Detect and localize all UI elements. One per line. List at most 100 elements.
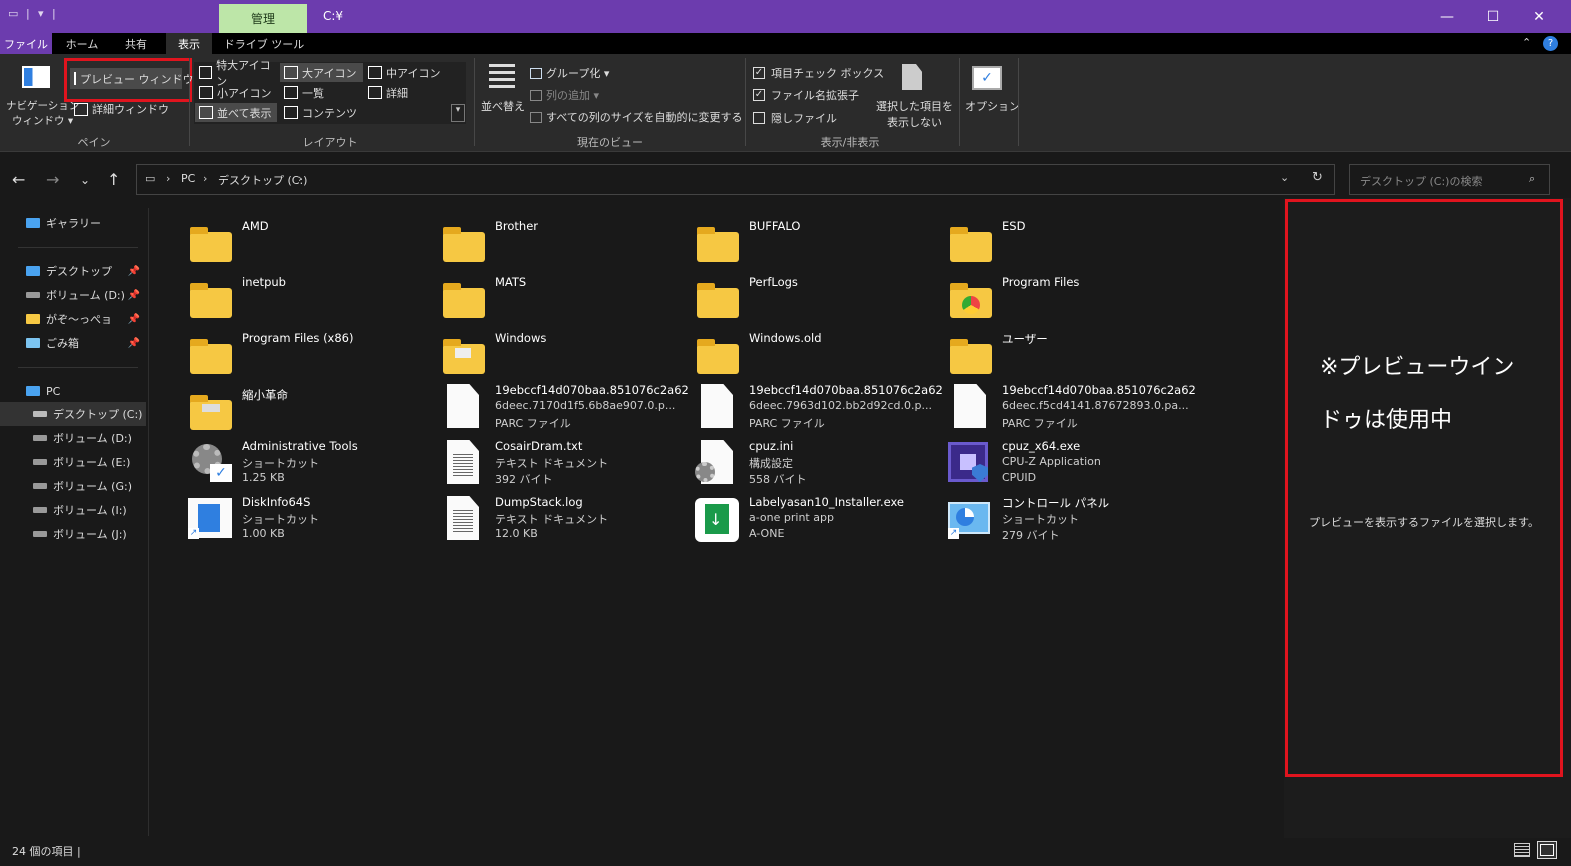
sidebar-item-drive-j[interactable]: ボリューム (J:) (0, 522, 146, 546)
file-item[interactable]: MATS (441, 272, 691, 328)
search-input[interactable]: デスクトップ (C:)の検索 (1349, 164, 1550, 195)
ribbon-collapse-icon[interactable]: ⌃ (1522, 36, 1531, 49)
fit-columns-button[interactable]: すべての列のサイズを自動的に変更する (530, 109, 742, 125)
file-name: Administrative Tools (242, 439, 358, 453)
file-name: Brother (495, 219, 539, 233)
layout-tiles[interactable]: 並べて表示 (195, 103, 277, 122)
breadcrumb-pc[interactable]: PC (181, 172, 195, 185)
file-item[interactable]: AMD (188, 216, 438, 272)
options-icon[interactable]: ✓ (972, 66, 1002, 90)
minimize-button[interactable]: — (1424, 0, 1470, 33)
tab-home[interactable]: ホーム (56, 33, 108, 54)
tab-share[interactable]: 共有 (112, 33, 160, 54)
file-item[interactable]: 19ebccf14d070baa.851076c2a62 6deec.7170d1… (441, 380, 691, 436)
file-item[interactable]: ✓ Administrative Tools ショートカット 1.25 KB (188, 436, 438, 492)
preview-pane-button[interactable]: プレビュー ウィンドウ (70, 68, 194, 89)
tab-view[interactable]: 表示 (166, 33, 212, 54)
forward-arrow-icon[interactable]: → (46, 170, 59, 189)
details-view-icon[interactable] (1514, 843, 1530, 857)
file-item[interactable]: DumpStack.log テキスト ドキュメント 12.0 KB (441, 492, 691, 548)
sidebar-item-drive-e[interactable]: ボリューム (E:) (0, 450, 146, 474)
hide-selected-icon[interactable] (902, 64, 922, 90)
navigation-pane-label2[interactable]: ウィンドウ ▾ (12, 113, 73, 128)
file-item[interactable]: Program Files (948, 272, 1198, 328)
sidebar-item-drive-c[interactable]: デスクトップ (C:) (0, 402, 146, 426)
drive-icon[interactable]: ▭ (8, 7, 18, 20)
sidebar-item-desktop[interactable]: デスクトップ 📌 (0, 259, 146, 283)
sidebar-item-recycle-bin[interactable]: ごみ箱 📌 (0, 331, 146, 355)
sidebar-splitter[interactable] (148, 208, 149, 836)
layout-content[interactable]: コンテンツ (280, 103, 363, 122)
file-item[interactable]: 19ebccf14d070baa.851076c2a62 6deec.7963d1… (695, 380, 945, 436)
sort-button[interactable]: 並べ替え (481, 98, 525, 114)
file-item[interactable]: ESD (948, 216, 1198, 272)
layout-medium-icons[interactable]: 中アイコン (364, 63, 450, 82)
file-item[interactable]: cpuz_x64.exe CPU-Z Application CPUID (948, 436, 1198, 492)
sidebar-item-pc[interactable]: PC (0, 379, 146, 403)
file-item[interactable]: CosairDram.txt テキスト ドキュメント 392 バイト (441, 436, 691, 492)
sidebar-item-drive-g[interactable]: ボリューム (G:) (0, 474, 146, 498)
sidebar-item-drive-i[interactable]: ボリューム (I:) (0, 498, 146, 522)
layout-large-icons[interactable]: 大アイコン (280, 63, 363, 82)
refresh-icon[interactable]: ↻ (1312, 170, 1323, 185)
add-columns-button[interactable]: 列の追加 ▾ (530, 87, 599, 103)
help-icon[interactable]: ? (1543, 36, 1558, 51)
layout-label: コンテンツ (302, 106, 357, 120)
file-item[interactable]: ユーザー (948, 328, 1198, 384)
file-item[interactable]: cpuz.ini 構成設定 558 バイト (695, 436, 945, 492)
file-item[interactable]: ↓ Labelyasan10_Installer.exe a-one print a… (695, 492, 945, 548)
breadcrumb-drive[interactable]: デスクトップ (C:) (218, 172, 307, 188)
sort-icon[interactable] (489, 64, 515, 90)
hidden-files-toggle[interactable]: 隠しファイル (753, 110, 837, 126)
sidebar-item-drive-d[interactable]: ボリューム (D:) (0, 426, 146, 450)
file-type: PARC ファイル (749, 417, 825, 430)
group-by-button[interactable]: グループ化 ▾ (530, 65, 609, 81)
tab-file[interactable]: ファイル (0, 33, 52, 54)
file-item[interactable]: Brother (441, 216, 691, 272)
sidebar-item-folder[interactable]: がぞ～っぺョ 📌 (0, 307, 146, 331)
file-name: 19ebccf14d070baa.851076c2a62 (749, 383, 943, 397)
file-item[interactable]: Windows.old (695, 328, 945, 384)
layout-gallery-expand-icon[interactable]: ▾ (451, 104, 465, 122)
search-icon[interactable]: ⌕ (1529, 172, 1535, 186)
details-pane-button[interactable]: 詳細ウィンドウ (74, 101, 169, 117)
address-dropdown-icon[interactable]: ⌄ (1280, 171, 1289, 184)
layout-small-icons[interactable]: 小アイコン (195, 83, 277, 102)
large-icons-view-icon[interactable] (1537, 841, 1557, 859)
file-item[interactable]: 縮小革命 (188, 384, 438, 440)
file-item[interactable]: ↗ DiskInfo64S ショートカット 1.00 KB (188, 492, 438, 548)
file-item[interactable]: PerfLogs (695, 272, 945, 328)
layout-details[interactable]: 詳細 (364, 83, 450, 102)
file-name: cpuz.ini (749, 439, 794, 453)
hide-selected-label[interactable]: 選択した項目を (876, 98, 953, 114)
file-item[interactable]: Program Files (x86) (188, 328, 438, 384)
navigation-pane-icon[interactable] (22, 66, 50, 88)
back-arrow-icon[interactable]: ← (12, 170, 25, 189)
file-item[interactable]: Windows (441, 328, 691, 384)
sidebar-item-gallery[interactable]: ギャラリー (0, 211, 146, 235)
file-item[interactable]: BUFFALO (695, 216, 945, 272)
qat-dropdown-icon[interactable]: ▾ (38, 7, 44, 20)
item-checkbox-toggle[interactable]: ✓ 項目チェック ボックス (753, 65, 884, 81)
close-button[interactable]: ✕ (1516, 0, 1562, 33)
layout-extra-large-icons[interactable]: 特大アイコン (195, 59, 277, 88)
file-extension-label: ファイル名拡張子 (771, 89, 859, 102)
up-arrow-icon[interactable]: ↑ (107, 170, 120, 189)
file-extension-toggle[interactable]: ✓ ファイル名拡張子 (753, 87, 859, 103)
sidebar-item-volume-d[interactable]: ボリューム (D:) 📌 (0, 283, 146, 307)
add-columns-icon (530, 89, 542, 101)
file-company: CPUID (1002, 471, 1037, 484)
file-item[interactable]: ↗ コントロール パネル ショートカット 279 バイト (948, 492, 1198, 548)
options-button[interactable]: オプション (965, 98, 1020, 114)
tab-drive-tools[interactable]: ドライブ ツール (220, 33, 308, 54)
context-tab-manage[interactable]: 管理 (219, 4, 307, 33)
file-item[interactable]: 19ebccf14d070baa.851076c2a62 6deec.f5cd41… (948, 380, 1198, 436)
recent-locations-chevron-icon[interactable]: ⌄ (80, 173, 90, 187)
hide-selected-label2[interactable]: 表示しない (887, 114, 942, 130)
address-bar[interactable] (136, 164, 1335, 195)
file-size: 12.0 KB (495, 527, 538, 540)
file-item[interactable]: inetpub (188, 272, 438, 328)
drive-icon (33, 531, 47, 537)
maximize-button[interactable]: ☐ (1470, 0, 1516, 33)
layout-list[interactable]: 一覧 (280, 83, 363, 102)
